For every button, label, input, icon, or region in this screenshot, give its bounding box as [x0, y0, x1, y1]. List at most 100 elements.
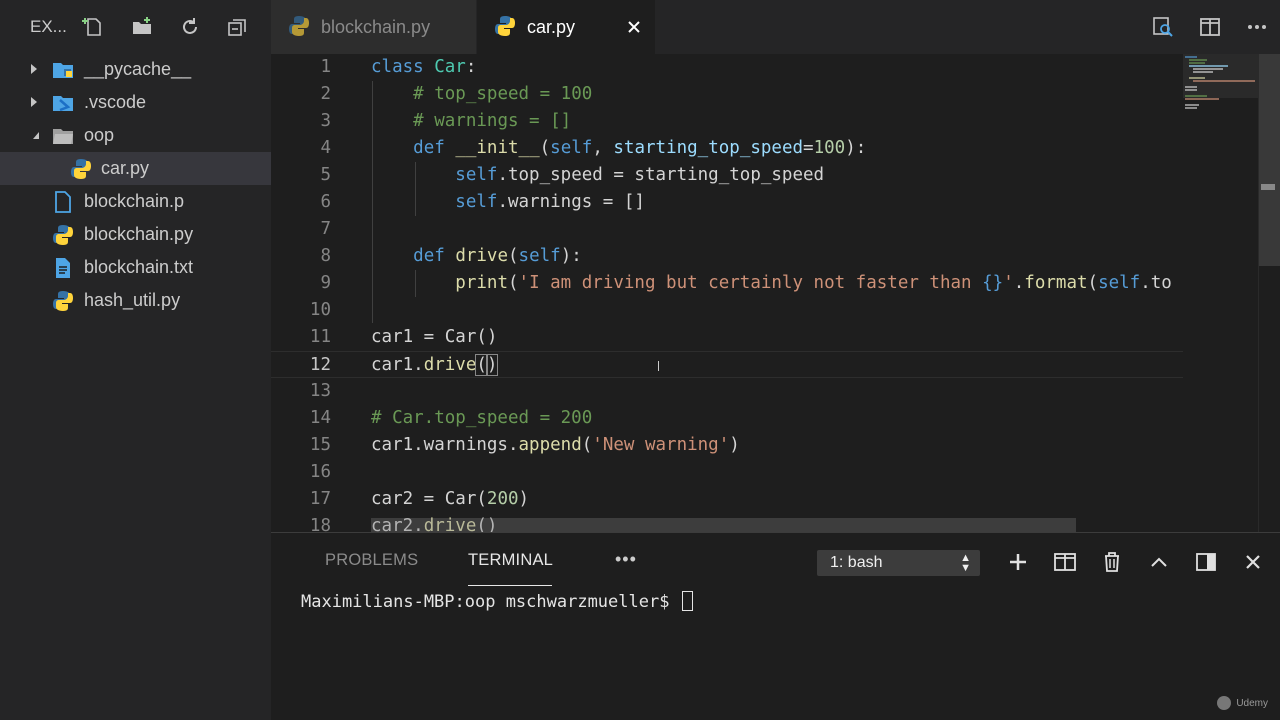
more-actions-icon[interactable] [1233, 0, 1280, 54]
explorer-header: EX... [0, 0, 271, 54]
code-token: append [518, 435, 582, 455]
code-token: # top_speed = 100 [413, 84, 593, 104]
code-token: 200 [486, 489, 519, 509]
line-number: 7 [320, 219, 331, 239]
tree-item-blockchain-txt[interactable]: blockchain.txt [0, 251, 271, 284]
tree-item-label: blockchain.p [84, 191, 185, 211]
line-number: 17 [309, 489, 331, 509]
tree-item-oop[interactable]: oop [0, 119, 271, 152]
add-icon[interactable] [994, 547, 1041, 577]
indent-guide [415, 162, 416, 216]
split-icon[interactable] [1041, 547, 1088, 577]
explorer-sidebar: EX... __pycache__ .vscode oop car.py blo… [0, 0, 271, 720]
code-token: : [465, 57, 477, 77]
close-icon[interactable] [1229, 547, 1276, 577]
code-token: drive [423, 355, 477, 375]
code-token: starting_top_speed [613, 138, 804, 158]
code-token: drive [455, 246, 508, 266]
code-line[interactable]: 3 # warnings = [] [271, 108, 1183, 135]
code-token: {} [982, 273, 1004, 293]
tree-item-car-py[interactable]: car.py [0, 152, 271, 185]
new-file-icon[interactable] [78, 14, 126, 40]
tree-item-label: hash_util.py [84, 290, 181, 310]
code-token: = [803, 138, 814, 158]
line-number: 4 [320, 138, 331, 158]
cursor-marker [1261, 184, 1275, 190]
code-line[interactable]: 13 [271, 378, 1183, 405]
code-line[interactable]: 1 class Car: [271, 54, 1183, 81]
code-line[interactable]: 8 def drive(self): [271, 243, 1183, 270]
code-line[interactable]: 16 [271, 459, 1183, 486]
code-line[interactable]: 6 self.warnings = [] [271, 189, 1183, 216]
code-token: ( [1087, 273, 1099, 293]
code-token: print [455, 273, 508, 293]
indent-guide [415, 270, 416, 297]
code-token: , [592, 138, 614, 158]
chevron-up-icon[interactable] [1135, 547, 1182, 577]
line-number: 3 [320, 111, 331, 131]
code-text: car2 = Car(200) [371, 486, 529, 513]
vertical-scrollbar[interactable] [1258, 54, 1280, 532]
open-preview-icon[interactable] [1139, 0, 1186, 54]
code-text: self.warnings = [] [371, 189, 645, 216]
tree-item-pycache[interactable]: __pycache__ [0, 53, 271, 86]
code-token: ( [508, 246, 519, 266]
code-line[interactable]: 15 car1.warnings.append('New warning') [271, 432, 1183, 459]
tab-blockchain-py[interactable]: blockchain.py [271, 0, 476, 54]
panel-layout-icon[interactable] [1182, 547, 1229, 577]
minimap[interactable] [1183, 54, 1258, 532]
terminal-output[interactable]: Maximilians-MBP:oop mschwarzmueller$ [301, 591, 693, 612]
line-number: 13 [309, 381, 331, 401]
code-token: def [413, 138, 456, 158]
tree-item-blockchain-p[interactable]: blockchain.p [0, 185, 271, 218]
line-number: 18 [309, 516, 331, 532]
code-token: ( [539, 138, 551, 158]
code-line[interactable]: 17 car2 = Car(200) [271, 486, 1183, 513]
indent-guide [372, 81, 373, 323]
refresh-icon[interactable] [174, 14, 222, 40]
tree-item-hash-util-py[interactable]: hash_util.py [0, 284, 271, 317]
code-token: self [455, 165, 498, 185]
close-tab-icon[interactable] [627, 20, 641, 34]
new-folder-icon[interactable] [126, 14, 174, 40]
code-editor[interactable]: 1 class Car: 2 # top_speed = 100 3 # warnin… [271, 54, 1280, 532]
chevron-right-icon [31, 64, 37, 74]
code-text: # Car.top_speed = 200 [371, 405, 592, 432]
scrollbar-thumb[interactable] [1259, 54, 1280, 266]
tree-item-vscode[interactable]: .vscode [0, 86, 271, 119]
code-line[interactable]: 2 # top_speed = 100 [271, 81, 1183, 108]
code-line[interactable]: 7 [271, 216, 1183, 243]
tab-label: blockchain.py [321, 17, 431, 37]
code-token: ) [518, 489, 530, 509]
terminal-select[interactable]: 1: bash ▲ ▼ [817, 550, 980, 576]
code-line[interactable]: 9 print('I am driving but certainly not … [271, 270, 1183, 297]
collapse-all-icon[interactable] [222, 14, 270, 40]
code-token: ( [507, 273, 519, 293]
bottom-panel: PROBLEMS TERMINAL ••• 1: bash ▲ ▼ Maximi… [271, 532, 1280, 720]
tree-item-label: car.py [101, 158, 150, 178]
code-token: .top_speed = starting_top_speed [497, 165, 825, 185]
code-token: self [518, 246, 561, 266]
code-line[interactable]: 4 def __init__(self, starting_top_speed=… [271, 135, 1183, 162]
tab-car-py[interactable]: car.py [477, 0, 655, 54]
horizontal-scrollbar[interactable] [371, 518, 1076, 532]
more-panels-button[interactable]: ••• [615, 549, 637, 570]
code-line[interactable]: 11 car1 = Car() [271, 324, 1183, 351]
trash-icon[interactable] [1088, 547, 1135, 577]
code-line[interactable]: 10 [271, 297, 1183, 324]
tree-item-blockchain-py[interactable]: blockchain.py [0, 218, 271, 251]
code-token: 'New warning' [592, 435, 730, 455]
code-token: . [1013, 273, 1025, 293]
split-editor-icon[interactable] [1186, 0, 1233, 54]
code-line[interactable]: 5 self.top_speed = starting_top_speed [271, 162, 1183, 189]
tab-terminal[interactable]: TERMINAL [468, 551, 553, 570]
code-line[interactable]: 12 car1.drive() [271, 351, 1183, 378]
code-line[interactable]: 14 # Car.top_speed = 200 [271, 405, 1183, 432]
tab-problems[interactable]: PROBLEMS [325, 551, 418, 570]
code-token: ( [581, 435, 593, 455]
code-token: # warnings = [] [413, 111, 572, 131]
